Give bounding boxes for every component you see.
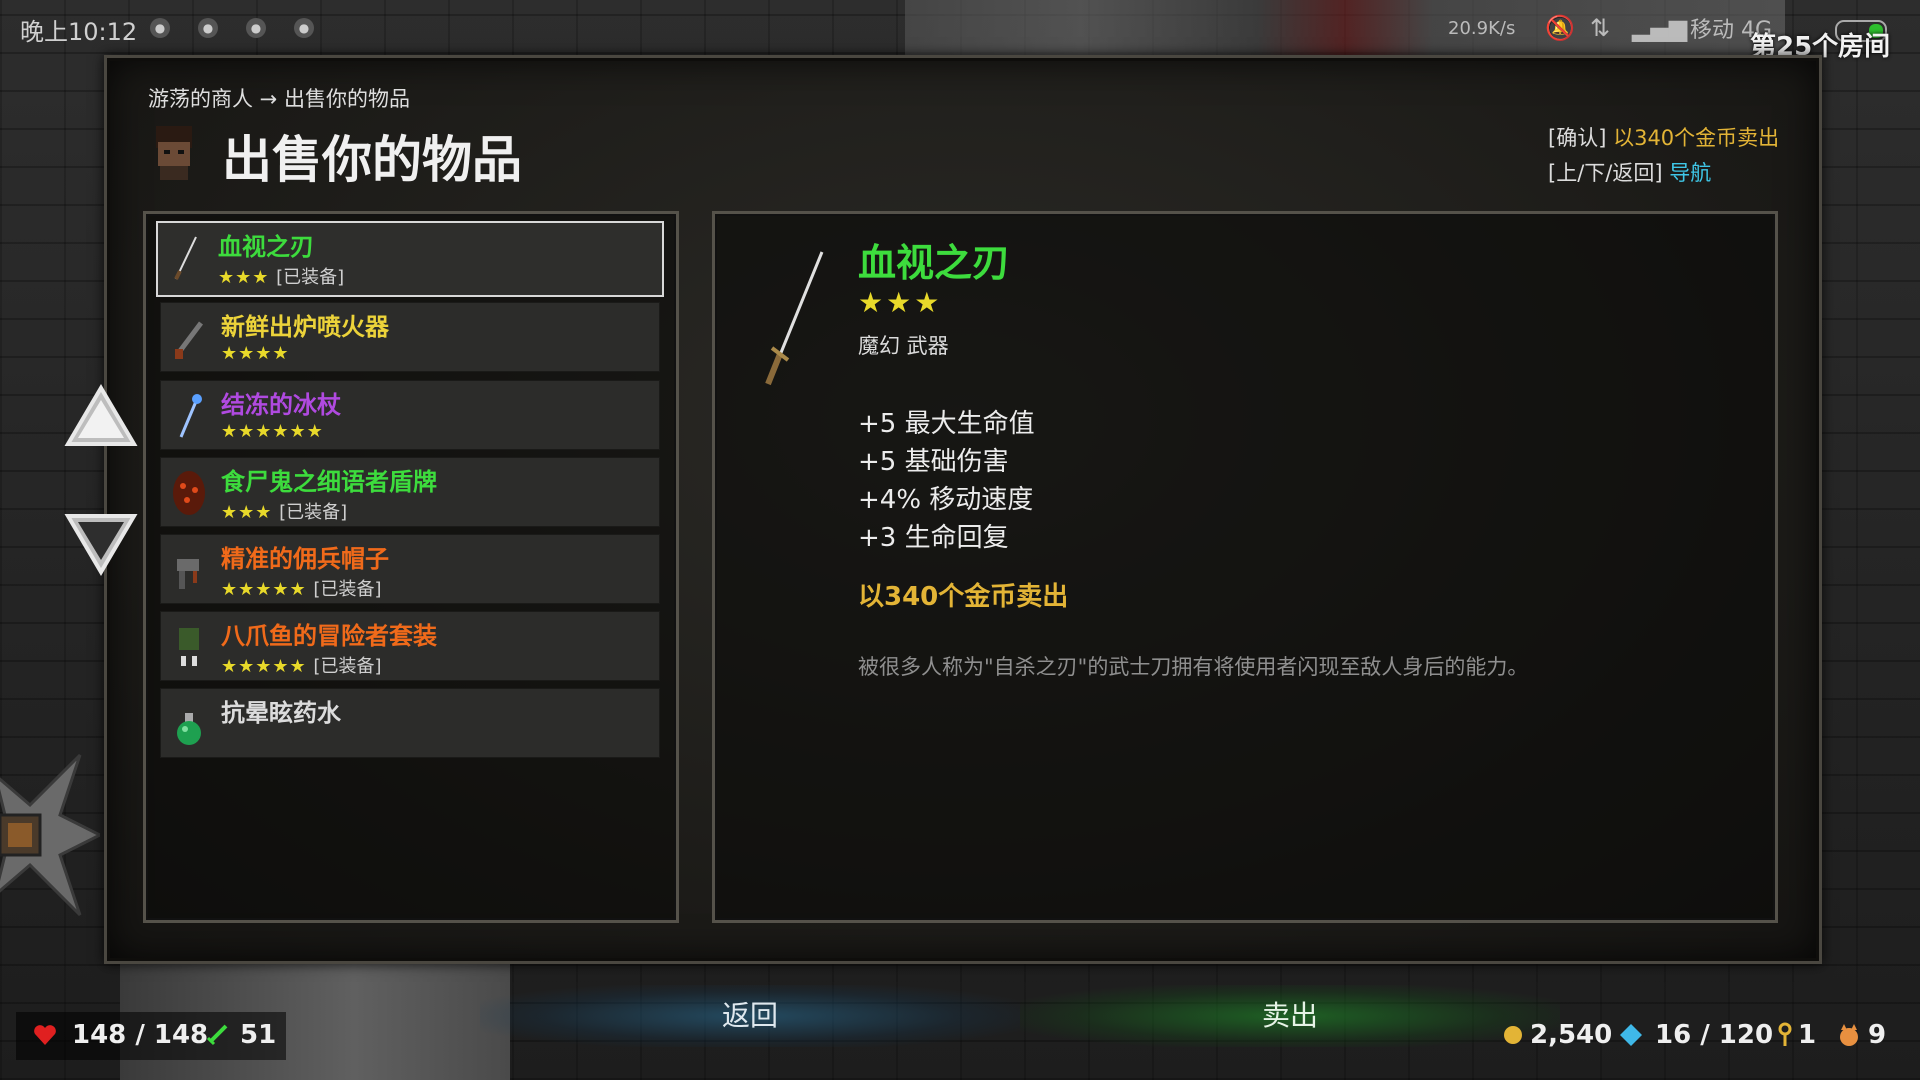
item-stars: ★★★ [已装备] xyxy=(218,263,344,289)
confirm-key-label: [确认] xyxy=(1548,126,1607,150)
data-transfer-icon: ⇅ xyxy=(1590,14,1611,42)
item-name: 食尸鬼之细语者盾牌 xyxy=(221,468,437,496)
confirm-hint: [确认] 以340个金币卖出 xyxy=(1548,122,1796,152)
souls-value: 16 / 120 xyxy=(1655,1020,1774,1050)
sync-icon: ● xyxy=(246,18,266,38)
list-item-adventurer-suit[interactable]: 八爪鱼的冒险者套装 ★★★★★ [已装备] xyxy=(160,611,660,681)
signal-icon: ▂▄▆ xyxy=(1632,14,1688,42)
item-name: 八爪鱼的冒险者套装 xyxy=(221,622,437,650)
soul-gem-icon xyxy=(1620,1024,1642,1046)
notification-icon: ● xyxy=(198,18,218,38)
item-name: 抗晕眩药水 xyxy=(221,699,341,727)
katana-icon xyxy=(765,251,824,386)
device-status-bar: 晚上10:12 ● ● ● ● 20.9K/s 🔕 ⇅ ▂▄▆ 移动 4G xyxy=(0,0,1920,56)
item-stars: ★★★ [已装备] xyxy=(221,498,347,524)
hat-icon xyxy=(177,559,199,589)
keys-value: 1 xyxy=(1798,1020,1817,1050)
scroll-down-arrow-icon[interactable] xyxy=(64,512,138,576)
flamethrower-icon xyxy=(175,321,203,359)
stat-health-regen: +3 生命回复 xyxy=(858,523,1009,553)
item-stars: ★★★★★★ xyxy=(221,421,324,442)
detail-item-name: 血视之刃 xyxy=(858,241,1011,285)
item-name: 血视之刃 xyxy=(218,233,314,261)
attack-value: 51 xyxy=(240,1020,277,1050)
navigation-hint: [上/下/返回] 导航 xyxy=(1548,157,1796,187)
breadcrumb: 游荡的商人 → 出售你的物品 xyxy=(148,87,410,111)
detail-item-type: 魔幻 武器 xyxy=(858,334,949,358)
back-button[interactable]: 返回 xyxy=(480,985,1020,1047)
heart-icon xyxy=(34,1025,56,1045)
star-rating: ★★★★★ xyxy=(221,656,307,677)
equipped-badge: [已装备] xyxy=(276,267,345,288)
gold-value: 2,540 xyxy=(1530,1020,1613,1050)
star-rating: ★★★★ xyxy=(221,343,290,364)
gold-coin-icon xyxy=(1504,1026,1522,1044)
list-item-ice-staff[interactable]: 结冻的冰杖 ★★★★★★ xyxy=(160,380,660,450)
spike-trap-icon xyxy=(0,753,100,917)
stat-move-speed: +4% 移动速度 xyxy=(858,485,1034,515)
nav-key-label: [上/下/返回] xyxy=(1548,161,1663,185)
equipped-badge: [已装备] xyxy=(279,502,348,523)
confirm-action-label: 以340个金币卖出 xyxy=(1613,126,1780,150)
list-item-anti-stun-potion[interactable]: 抗晕眩药水 xyxy=(160,688,660,758)
list-item-flamethrower[interactable]: 新鲜出炉喷火器 ★★★★ xyxy=(160,302,660,372)
list-item-mercenary-hat[interactable]: 精准的佣兵帽子 ★★★★★ [已装备] xyxy=(160,534,660,604)
list-item-ghoul-shield[interactable]: 食尸鬼之细语者盾牌 ★★★ [已装备] xyxy=(160,457,660,527)
sell-price-label: 以340个金币卖出 xyxy=(858,582,1069,612)
clock: 晚上10:12 xyxy=(20,18,138,46)
stat-base-damage: +5 基础伤害 xyxy=(858,447,1009,477)
pets-value: 9 xyxy=(1868,1020,1887,1050)
mute-icon: 🔕 xyxy=(1545,14,1575,42)
health-value: 148 / 148 xyxy=(72,1020,209,1050)
key-icon xyxy=(1778,1022,1792,1046)
list-item-blood-blade[interactable]: 血视之刃 ★★★ [已装备] xyxy=(156,221,664,297)
sell-button[interactable]: 卖出 xyxy=(1020,985,1560,1047)
merchant-portrait-icon xyxy=(156,126,192,180)
item-stars: ★★★★★ [已装备] xyxy=(221,652,381,678)
lock-icon: ● xyxy=(150,18,170,38)
network-speed: 20.9K/s xyxy=(1448,18,1516,39)
nav-action-label: 导航 xyxy=(1669,161,1712,185)
item-stars: ★★★★ xyxy=(221,343,290,364)
item-name: 精准的佣兵帽子 xyxy=(221,545,389,573)
equipped-badge: [已装备] xyxy=(313,579,382,600)
video-icon: ● xyxy=(294,18,314,38)
star-rating: ★★★★★★ xyxy=(221,421,324,442)
katana-icon xyxy=(174,236,197,280)
equipped-badge: [已装备] xyxy=(313,656,382,677)
sword-icon xyxy=(206,1024,228,1046)
ice-staff-icon xyxy=(179,394,202,438)
armor-icon xyxy=(179,628,199,666)
scroll-up-arrow-icon[interactable] xyxy=(64,384,138,448)
page-title: 出售你的物品 xyxy=(222,131,522,189)
stat-max-health: +5 最大生命值 xyxy=(858,409,1035,439)
item-description: 被很多人称为"自杀之刃"的武士刀拥有将使用者闪现至敌人身后的能力。 xyxy=(858,655,1529,679)
shield-icon xyxy=(173,471,205,515)
star-rating: ★★★ xyxy=(218,267,270,288)
item-name: 新鲜出炉喷火器 xyxy=(221,313,389,341)
item-stars: ★★★★★ [已装备] xyxy=(221,575,381,601)
potion-icon xyxy=(177,713,201,745)
star-rating: ★★★ xyxy=(221,502,273,523)
action-bar: 返回 卖出 xyxy=(480,985,1560,1047)
pet-icon xyxy=(1840,1024,1858,1046)
item-name: 结冻的冰杖 xyxy=(221,391,341,419)
star-rating: ★★★★★ xyxy=(221,579,307,600)
detail-star-rating: ★★★ xyxy=(858,286,943,319)
